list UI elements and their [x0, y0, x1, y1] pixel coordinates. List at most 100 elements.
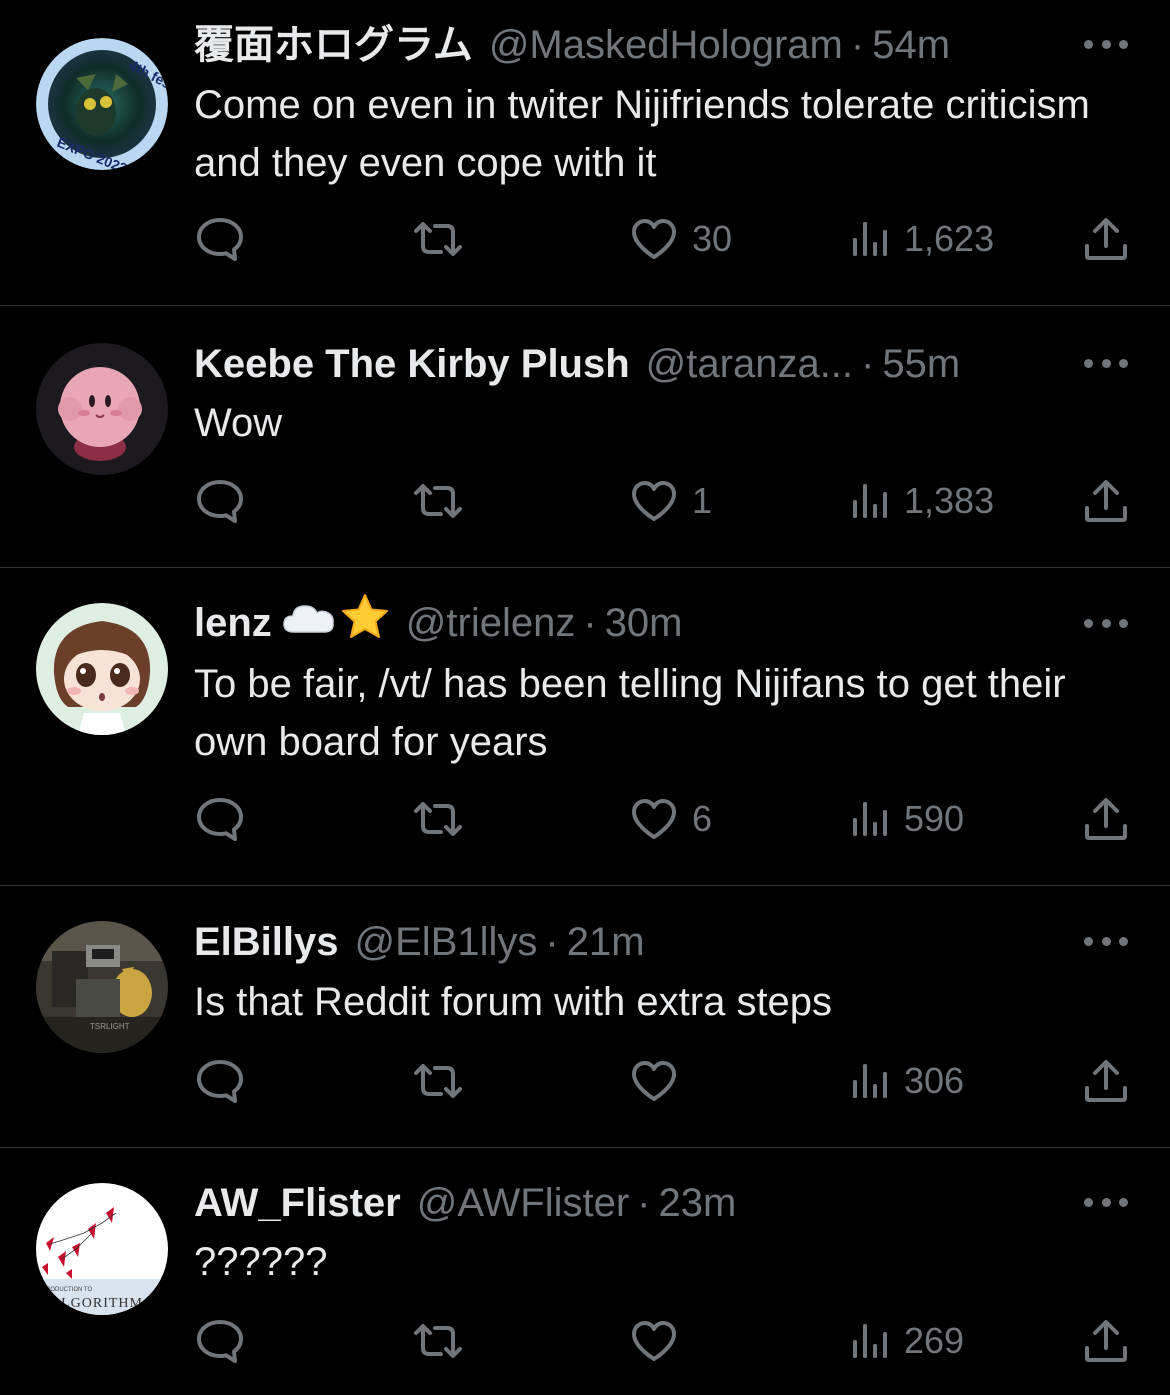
- retweet-button[interactable]: [412, 794, 464, 844]
- view-count: 306: [904, 1060, 965, 1101]
- reply-button[interactable]: [195, 476, 245, 526]
- retweet-arrows-icon: [414, 484, 462, 518]
- reply-button[interactable]: [195, 1056, 245, 1106]
- display-name[interactable]: lenz: [194, 598, 272, 648]
- share-button[interactable]: [1083, 214, 1129, 264]
- heart-icon: [632, 1321, 676, 1361]
- speech-bubble-icon: [197, 798, 243, 841]
- view-count: 590: [904, 798, 965, 839]
- share-upload-icon: [1085, 798, 1127, 840]
- views-button[interactable]: 306: [850, 1056, 964, 1106]
- share-button[interactable]: [1083, 1316, 1129, 1366]
- tweet[interactable]: lenz @trielenz · 30m To be fair, /vt/ ha…: [0, 567, 1170, 885]
- tweet[interactable]: TSRLIGHT ElBillys @ElB1llys · 21m Is tha…: [0, 885, 1170, 1147]
- display-name[interactable]: 覆面ホログラム: [194, 20, 473, 70]
- avatar[interactable]: RODUCTION TO ALGORITHM: [36, 1183, 168, 1315]
- separator-dot: ·: [861, 342, 875, 386]
- retweet-arrows-icon: [414, 222, 462, 256]
- avatar-image: 4th fes. EXPO 2023: [36, 38, 168, 170]
- timestamp[interactable]: 23m: [659, 1178, 737, 1228]
- view-count: 1,623: [904, 218, 995, 259]
- tweet-header: Keebe The Kirby Plush @taranza... · 55m: [194, 339, 1070, 389]
- reply-button[interactable]: [195, 794, 245, 844]
- like-count: 6: [692, 798, 713, 839]
- action-bar: 269: [0, 1316, 1170, 1366]
- display-name[interactable]: ElBillys: [194, 917, 339, 967]
- tweet[interactable]: RODUCTION TO ALGORITHM AW_Flister @AWFli…: [0, 1147, 1170, 1395]
- handle[interactable]: @MaskedHologram: [489, 20, 843, 70]
- tweet-text: Come on even in twiter Nijifriends toler…: [194, 83, 1090, 185]
- handle[interactable]: @AWFlister: [417, 1178, 629, 1228]
- handle[interactable]: @trielenz: [406, 598, 576, 648]
- retweet-button[interactable]: [412, 1056, 464, 1106]
- retweet-button[interactable]: [412, 214, 464, 264]
- tweet[interactable]: 4th fes. EXPO 2023 覆面ホログラム @MaskedHologr…: [0, 0, 1170, 305]
- like-button[interactable]: [630, 1056, 692, 1106]
- cloud-icon: [282, 598, 336, 648]
- share-button[interactable]: [1083, 1056, 1129, 1106]
- action-bar: 6 590: [0, 794, 1170, 844]
- avatar[interactable]: [36, 603, 168, 735]
- retweet-button[interactable]: [412, 476, 464, 526]
- more-dots-icon[interactable]: [1084, 38, 1128, 50]
- reply-button[interactable]: [195, 214, 245, 264]
- retweet-arrows-icon: [414, 1324, 462, 1358]
- speech-bubble-icon: [197, 1060, 243, 1103]
- views-button[interactable]: 590: [850, 794, 964, 844]
- separator-dot: ·: [583, 601, 597, 645]
- like-button[interactable]: 6: [630, 794, 712, 844]
- separator-dot: ·: [545, 920, 559, 964]
- timestamp[interactable]: 21m: [567, 917, 645, 967]
- tweet-header: ElBillys @ElB1llys · 21m: [194, 917, 1070, 967]
- tweet-text: ??????: [194, 1240, 328, 1284]
- tweet-header: 覆面ホログラム @MaskedHologram · 54m: [194, 20, 1070, 70]
- timestamp[interactable]: 55m: [882, 339, 960, 389]
- action-bar: 30 1,623: [0, 214, 1170, 264]
- tweet-text: Is that Reddit forum with extra steps: [194, 980, 833, 1024]
- handle[interactable]: @ElB1llys: [355, 917, 538, 967]
- like-button[interactable]: [630, 1316, 692, 1366]
- views-button[interactable]: 1,623: [850, 214, 994, 264]
- like-count: 1: [692, 480, 713, 521]
- share-button[interactable]: [1083, 476, 1129, 526]
- tweet[interactable]: Keebe The Kirby Plush @taranza... · 55m …: [0, 305, 1170, 567]
- avatar[interactable]: [36, 343, 168, 475]
- tweet-header: AW_Flister @AWFlister · 23m: [194, 1178, 1070, 1228]
- reply-button[interactable]: [195, 1316, 245, 1366]
- avatar[interactable]: 4th fes. EXPO 2023: [36, 38, 168, 170]
- bar-chart-icon: [853, 1064, 887, 1098]
- share-upload-icon: [1085, 1320, 1127, 1362]
- more-dots-icon[interactable]: [1084, 357, 1128, 369]
- avatar[interactable]: TSRLIGHT: [36, 921, 168, 1053]
- display-name[interactable]: Keebe The Kirby Plush: [194, 339, 630, 389]
- share-button[interactable]: [1083, 794, 1129, 844]
- timestamp[interactable]: 54m: [872, 20, 950, 70]
- timestamp[interactable]: 30m: [605, 598, 683, 648]
- more-dots-icon[interactable]: [1084, 1196, 1128, 1208]
- retweet-button[interactable]: [412, 1316, 464, 1366]
- handle[interactable]: @taranza...: [646, 339, 853, 389]
- more-dots-icon[interactable]: [1084, 935, 1128, 947]
- separator-dot: ·: [637, 1181, 651, 1225]
- like-button[interactable]: 1: [630, 476, 712, 526]
- views-button[interactable]: 269: [850, 1316, 964, 1366]
- bar-chart-icon: [853, 1324, 887, 1358]
- avatar-caption: TSRLIGHT: [90, 1022, 130, 1031]
- like-count: 30: [692, 218, 733, 259]
- display-name[interactable]: AW_Flister: [194, 1178, 401, 1228]
- avatar-image: [36, 343, 168, 475]
- tweet-text: To be fair, /vt/ has been telling Nijifa…: [194, 662, 1066, 764]
- retweet-arrows-icon: [414, 1064, 462, 1098]
- bar-chart-icon: [853, 484, 887, 518]
- separator-dot: ·: [850, 23, 865, 67]
- more-dots-icon[interactable]: [1084, 617, 1128, 629]
- action-bar: 306: [0, 1056, 1170, 1106]
- like-button[interactable]: 30: [630, 214, 732, 264]
- avatar-caption-small: RODUCTION TO: [46, 1287, 92, 1293]
- bar-chart-icon: [853, 802, 887, 836]
- speech-bubble-icon: [197, 1320, 243, 1363]
- share-upload-icon: [1085, 218, 1127, 260]
- star-icon: [340, 593, 390, 653]
- views-button[interactable]: 1,383: [850, 476, 994, 526]
- heart-icon: [632, 1061, 676, 1101]
